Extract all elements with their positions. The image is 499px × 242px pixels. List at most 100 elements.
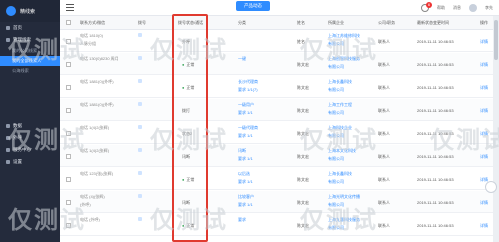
product-news-tab[interactable]: 产品动态 bbox=[236, 1, 270, 11]
contact-tag: 人脉分组 bbox=[80, 41, 96, 46]
row-checkbox[interactable] bbox=[66, 108, 71, 113]
table-row[interactable]: 电话 123(张)(张辉) 正常 以后选要求 1/1 陈文宏 上海长鑫科技有限公司 联系人… bbox=[60, 168, 493, 190]
company-link[interactable]: 上海光明文化传播 bbox=[328, 194, 360, 200]
dial-icon[interactable] bbox=[138, 171, 142, 175]
dial-icon[interactable] bbox=[138, 79, 142, 83]
category-link[interactable]: 讯断 bbox=[238, 148, 246, 154]
dial-icon[interactable] bbox=[138, 148, 142, 152]
row-checkbox[interactable] bbox=[66, 200, 71, 205]
updated-time: 2019-11-11 10:46:53 bbox=[417, 154, 454, 159]
select-all-checkbox[interactable] bbox=[66, 20, 71, 25]
sidebar-item-label: 我的公司线索 bbox=[12, 48, 38, 53]
position: 联系人 bbox=[378, 85, 390, 90]
category-note: 要求 1/1 bbox=[238, 156, 253, 161]
detail-link[interactable]: 详情 bbox=[480, 39, 488, 45]
sidebar-item-label: 服务中心 bbox=[13, 147, 31, 152]
detail-link[interactable]: 详情 bbox=[480, 85, 488, 91]
category-link[interactable]: 比较客户 bbox=[238, 194, 254, 200]
category-link[interactable]: 要求 bbox=[238, 217, 246, 223]
th-status[interactable]: 拨号状态/通话 bbox=[178, 20, 203, 26]
row-checkbox[interactable] bbox=[66, 39, 71, 44]
table-row[interactable]: 电话 1881(0)(外呼) 正常 长沙代理商要求 1/1(7) 陈文宏 上海长鑫科技有… bbox=[60, 76, 493, 98]
sidebar-item-3[interactable]: 我的全部线索人 bbox=[0, 56, 60, 66]
th-updated[interactable]: 最新状态变更时间 bbox=[417, 20, 449, 26]
table-header: 联系方式/微信 拨号 拨号状态/通话 分类 姓名 所属企业 公司/职务 最新状态… bbox=[60, 16, 493, 30]
sidebar-item-1[interactable]: 管理线索 bbox=[0, 34, 60, 46]
scrollbar[interactable] bbox=[493, 16, 499, 242]
sidebar-item-8[interactable]: 设置 bbox=[0, 156, 60, 168]
row-checkbox[interactable] bbox=[66, 131, 71, 136]
avatar[interactable] bbox=[469, 4, 477, 12]
category-link[interactable]: 以后选 bbox=[238, 171, 250, 177]
message-link[interactable]: 消息 bbox=[453, 5, 461, 11]
detail-link[interactable]: 详情 bbox=[480, 200, 488, 206]
contact-number: 电话 130(0)8230 周月 bbox=[80, 56, 119, 61]
dial-icon[interactable] bbox=[138, 33, 142, 37]
table-row[interactable]: 电话 1(4)2(张辉) 状态2 一级代理商 要求 1/1 陈文宏 上海科技企业 有限公司 联… bbox=[60, 122, 493, 144]
row-checkbox[interactable] bbox=[66, 85, 71, 90]
dial-status: 外呼 bbox=[182, 39, 190, 44]
company-link[interactable]: 上海九惠科技服务 bbox=[328, 217, 360, 223]
sidebar-item-5[interactable]: 数据 bbox=[0, 120, 60, 132]
detail-link[interactable]: 详情 bbox=[480, 154, 488, 160]
dial-icon[interactable] bbox=[138, 217, 142, 221]
table-row[interactable]: 电话 1881(0)(外呼) 拨打 一级用户 要求 1/1 陈文宏 上海工作工程 有限公司 联… bbox=[60, 99, 493, 121]
company-link[interactable]: 上海长鑫科技 bbox=[328, 79, 352, 85]
sidebar-item-7[interactable]: 服务中心 bbox=[0, 144, 60, 156]
user-name[interactable]: 李先 bbox=[485, 5, 493, 11]
category-link[interactable]: 一级代理商 bbox=[238, 125, 258, 131]
company-link[interactable]: 上海创智科技服务 bbox=[328, 56, 360, 62]
detail-link[interactable]: 详情 bbox=[480, 223, 488, 229]
table-row[interactable]: 电话 (外呼) 正常 要求陈文宏 上海九惠科技服务有限公司 联系人 2019-11-11 … bbox=[60, 214, 493, 236]
row-checkbox[interactable] bbox=[66, 177, 71, 182]
dial-status: 正常 bbox=[182, 85, 194, 91]
contact-number: 电话 1(4)2(张辉) bbox=[80, 148, 110, 153]
detail-link[interactable]: 详情 bbox=[480, 131, 488, 137]
dial-icon[interactable] bbox=[138, 102, 142, 106]
dial-icon[interactable] bbox=[138, 194, 142, 198]
company-link[interactable]: 上海江苏维修科技 bbox=[328, 33, 360, 39]
sidebar-item-6[interactable]: 外呼 bbox=[0, 132, 60, 144]
row-checkbox[interactable] bbox=[66, 154, 71, 159]
bell-icon[interactable]: 6 bbox=[421, 2, 432, 12]
detail-link[interactable]: 详情 bbox=[480, 62, 488, 68]
company-suffix: 有限公司 bbox=[328, 156, 344, 161]
sidebar-item-4[interactable]: 公海线索 bbox=[0, 66, 60, 76]
table-row[interactable]: 电话 130(0)8230 周月正常 一键陈文宏 上海创智科技服务有限公司 联系人 20… bbox=[60, 53, 493, 75]
th-category[interactable]: 分类 bbox=[238, 20, 246, 26]
category-link[interactable]: 一键 bbox=[238, 56, 246, 62]
category-link[interactable]: 长沙代理商 bbox=[238, 79, 258, 85]
dial-icon[interactable] bbox=[138, 56, 142, 60]
category-link[interactable]: 一级用户 bbox=[238, 102, 254, 108]
table-row[interactable]: 电话 1810(0) 人脉分组 外呼 姓名 上海江苏维修科技 有限公司 联系人 2019-11… bbox=[60, 30, 493, 52]
sidebar-item-2[interactable]: 我的公司线索 bbox=[0, 46, 60, 56]
scrollbar-thumb[interactable] bbox=[494, 20, 498, 60]
help-link[interactable]: 帮助 bbox=[437, 5, 445, 11]
position: 联系人 bbox=[378, 39, 390, 44]
company-link[interactable]: 上海工作工程 bbox=[328, 102, 352, 108]
contact-number: 电话 1881(0)(外呼) bbox=[80, 102, 114, 107]
menu-icon[interactable] bbox=[66, 4, 74, 11]
contact-number: 电话 (外呼) bbox=[80, 217, 100, 222]
sidebar-item-0[interactable]: 首页 bbox=[0, 22, 60, 34]
row-checkbox[interactable] bbox=[66, 223, 71, 228]
th-dial: 拨号 bbox=[138, 20, 146, 25]
dial-status: 正常 bbox=[182, 223, 194, 229]
table-row[interactable]: 电话 1(4)2(张辉) 讯断 讯断 要求 1/1 陈文宏 上海本文化科技 有限公司 联系人 2… bbox=[60, 145, 493, 167]
th-company: 所属企业 bbox=[328, 20, 344, 25]
row-checkbox[interactable] bbox=[66, 62, 71, 67]
owner-name: 陈文宏 bbox=[297, 108, 309, 113]
dial-status: 讯断 bbox=[182, 200, 190, 205]
contact-number: 电话 1810(0) bbox=[80, 33, 103, 38]
floating-action-button[interactable] bbox=[485, 181, 497, 193]
company-link[interactable]: 上海长鑫科技 bbox=[328, 171, 352, 177]
company-link[interactable]: 上海本文化科技 bbox=[328, 148, 356, 154]
brand-name: 精线索 bbox=[20, 8, 36, 15]
contact-number: 电话 1(4)2(张辉) bbox=[80, 125, 110, 130]
category-note: 要求 1/1 bbox=[238, 202, 253, 207]
table-row[interactable]: 电话 (4)(张辉) (外呼) 讯断 比较客户 要求 1/1 陈文宏 上海光明文化传播 有限公… bbox=[60, 191, 493, 213]
dial-icon[interactable] bbox=[138, 125, 142, 129]
company-link[interactable]: 上海科技企业 bbox=[328, 125, 352, 131]
detail-link[interactable]: 详情 bbox=[480, 108, 488, 114]
owner-name: 陈文宏 bbox=[297, 85, 309, 90]
